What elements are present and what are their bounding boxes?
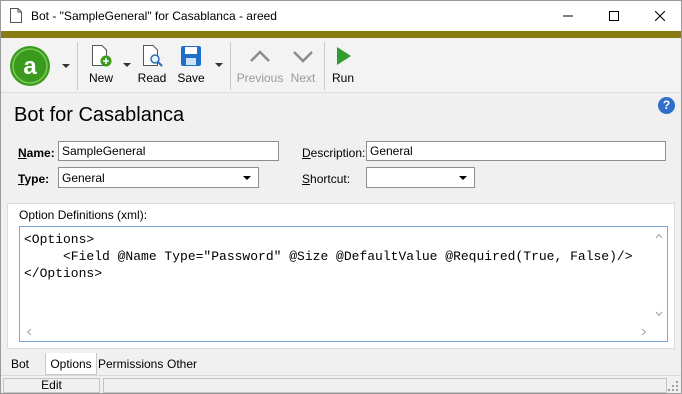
tab-permissions[interactable]: Permissions [98, 353, 163, 374]
application-window: Bot - "SampleGeneral" for Casablanca - a… [0, 0, 682, 394]
save-dropdown-arrow-icon[interactable] [215, 63, 223, 67]
tab-other[interactable]: Other [163, 353, 201, 374]
chevron-down-icon [243, 176, 251, 180]
options-group: Option Definitions (xml): <Options> <Fie… [7, 203, 675, 349]
minimize-button[interactable] [545, 1, 591, 31]
scroll-down-icon[interactable] [655, 311, 663, 317]
close-icon [655, 11, 665, 21]
previous-button[interactable]: Previous [236, 44, 284, 90]
tab-options[interactable]: Options [45, 353, 97, 375]
description-field[interactable]: General [366, 141, 666, 161]
document-icon [10, 8, 22, 23]
save-label: Save [177, 71, 205, 85]
minimize-icon [563, 15, 573, 17]
run-label: Run [331, 71, 354, 85]
type-label: Type: [18, 172, 50, 186]
options-group-label: Option Definitions (xml): [19, 208, 148, 222]
svg-text:a: a [23, 53, 37, 80]
next-label: Next [290, 71, 316, 85]
chevron-down-icon [459, 176, 467, 180]
next-button[interactable]: Next [287, 44, 319, 90]
dropdown-arrow-icon[interactable] [62, 64, 70, 68]
name-label: Name: [18, 146, 55, 160]
description-label: Description: [302, 146, 366, 160]
accent-bar [1, 31, 681, 38]
read-icon [143, 45, 163, 67]
close-button[interactable] [637, 1, 682, 31]
run-button[interactable]: Run [328, 44, 358, 90]
options-xml-text: <Options> <Field @Name Type="Password" @… [24, 232, 633, 281]
form-area: ? Bot for Casablanca Name: SampleGeneral… [1, 93, 681, 353]
previous-icon [250, 50, 270, 62]
status-bar: Edit [1, 375, 681, 393]
options-xml-editor[interactable]: <Options> <Field @Name Type="Password" @… [19, 226, 668, 342]
new-label: New [88, 71, 113, 85]
read-button[interactable]: Read [136, 44, 168, 90]
toolbar: a New Read Save Previous Next Run [1, 38, 681, 93]
resize-grip-icon[interactable] [668, 381, 678, 391]
tab-bot[interactable]: Bot [5, 353, 35, 374]
scroll-up-icon[interactable] [655, 233, 663, 239]
shortcut-label: Shortcut: [302, 172, 351, 186]
tab-strip: Bot Options Permissions Other [1, 353, 681, 375]
new-icon [92, 45, 112, 67]
save-icon [181, 46, 201, 66]
new-button[interactable]: New [85, 44, 117, 90]
scroll-right-icon[interactable] [641, 328, 647, 336]
help-icon[interactable]: ? [658, 97, 675, 114]
name-field[interactable]: SampleGeneral [58, 141, 279, 161]
shortcut-select[interactable] [366, 167, 475, 188]
run-icon [337, 47, 351, 65]
toolbar-separator [230, 42, 231, 90]
maximize-button[interactable] [591, 1, 637, 31]
scroll-left-icon[interactable] [26, 328, 32, 336]
previous-label: Previous [236, 71, 284, 85]
status-panel [103, 378, 667, 393]
window-title: Bot - "SampleGeneral" for Casablanca - a… [31, 9, 277, 23]
new-dropdown-arrow-icon[interactable] [123, 63, 131, 67]
type-select[interactable]: General [58, 167, 259, 188]
title-bar[interactable]: Bot - "SampleGeneral" for Casablanca - a… [1, 1, 681, 31]
read-label: Read [137, 71, 167, 85]
next-icon [293, 51, 313, 63]
toolbar-separator [324, 42, 325, 90]
save-button[interactable]: Save [175, 44, 207, 90]
toolbar-separator [77, 42, 78, 90]
status-mode: Edit [3, 378, 100, 393]
app-logo-icon[interactable]: a [9, 45, 51, 87]
maximize-icon [609, 11, 619, 21]
type-select-value: General [62, 171, 105, 185]
page-title: Bot for Casablanca [14, 104, 185, 126]
